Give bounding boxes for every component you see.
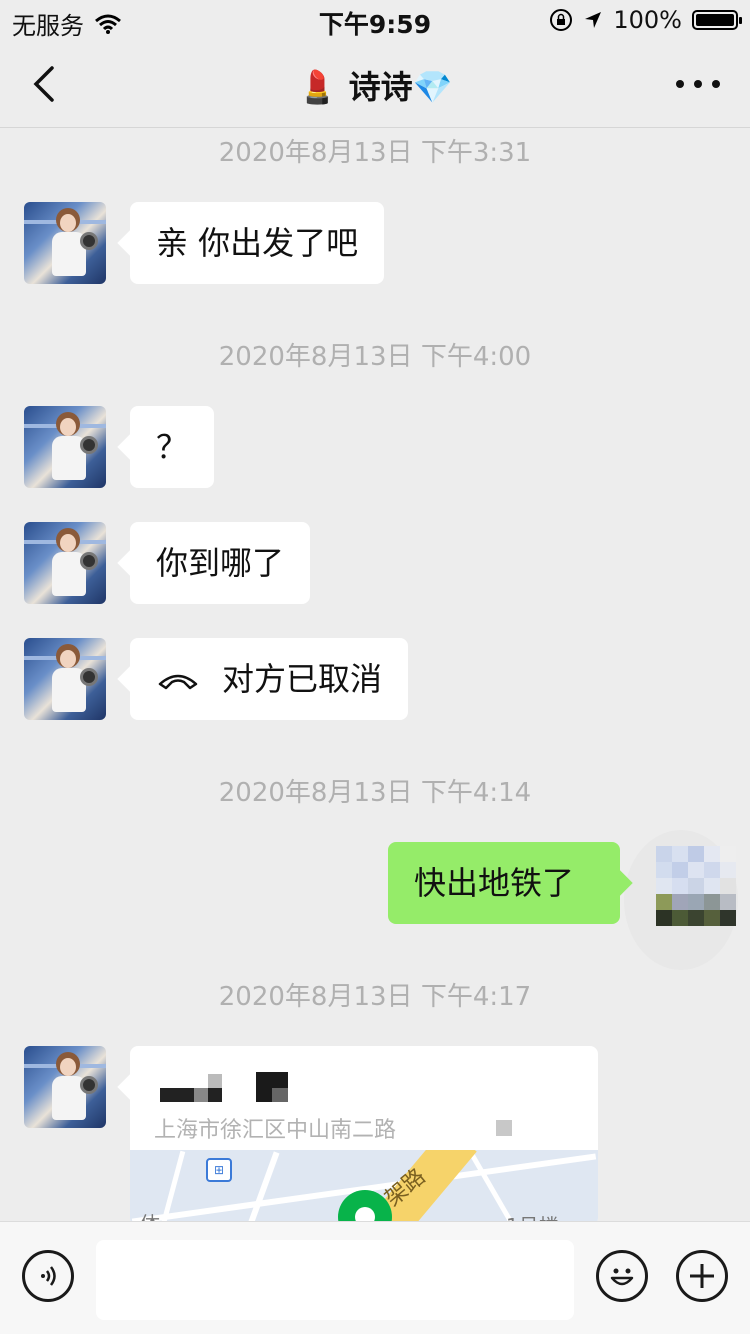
bus-station-icon: ⊞ xyxy=(206,1158,232,1182)
avatar[interactable] xyxy=(24,638,106,720)
chat-title[interactable]: 💄 诗诗💎 xyxy=(0,62,750,108)
input-bar xyxy=(0,1221,750,1334)
location-map[interactable]: 架路 ⊞ 体 1号楼 xyxy=(130,1150,598,1221)
phone-hangup-icon xyxy=(156,640,200,722)
message-bubble-sent[interactable]: 快出地铁了 xyxy=(388,842,620,924)
map-label: 体 xyxy=(140,1208,160,1221)
location-address: 上海市徐汇区中山南二路 xyxy=(154,1118,397,1143)
plus-button[interactable] xyxy=(676,1250,728,1302)
location-arrow-icon xyxy=(585,12,602,28)
location-name-redacted xyxy=(160,1068,360,1104)
chat-header: 💄 诗诗💎 xyxy=(0,40,750,128)
avatar[interactable] xyxy=(24,1046,106,1128)
plus-icon xyxy=(690,1264,714,1288)
status-bar: 无服务 下午9:59 100% xyxy=(0,0,750,40)
message-list[interactable]: 2020年8月13日 下午3:31 亲 你出发了吧 2020年8月13日 下午4… xyxy=(0,128,750,1221)
battery-percent: 100% xyxy=(613,6,682,34)
my-avatar[interactable] xyxy=(656,846,736,926)
timestamp: 2020年8月13日 下午4:14 xyxy=(218,778,532,808)
message-bubble-received[interactable]: 亲 你出发了吧 xyxy=(130,202,385,284)
rotation-lock-icon xyxy=(550,9,573,31)
more-button[interactable] xyxy=(676,62,720,106)
avatar[interactable] xyxy=(24,522,106,604)
avatar[interactable] xyxy=(24,406,106,488)
message-bubble-received[interactable]: ？ xyxy=(130,406,215,488)
location-card[interactable]: 上海市徐汇区中山南二路 架路 ⊞ 体 1号楼 xyxy=(130,1046,598,1221)
timestamp: 2020年8月13日 下午3:31 xyxy=(218,138,532,168)
emoji-icon xyxy=(610,1268,634,1286)
map-label: 1号楼 xyxy=(506,1210,559,1221)
timestamp: 2020年8月13日 下午4:17 xyxy=(218,982,532,1012)
battery-icon xyxy=(692,10,742,30)
avatar[interactable] xyxy=(24,202,106,284)
timestamp: 2020年8月13日 下午4:00 xyxy=(218,342,532,372)
call-status-text: 对方已取消 xyxy=(222,660,383,698)
more-dots-icon xyxy=(676,80,684,88)
voice-button[interactable] xyxy=(22,1250,74,1302)
call-record-bubble[interactable]: 对方已取消 xyxy=(130,638,409,722)
emoji-button[interactable] xyxy=(596,1250,648,1302)
voice-icon xyxy=(41,1266,56,1286)
message-input[interactable] xyxy=(96,1240,574,1320)
message-bubble-received[interactable]: 你到哪了 xyxy=(130,522,311,604)
